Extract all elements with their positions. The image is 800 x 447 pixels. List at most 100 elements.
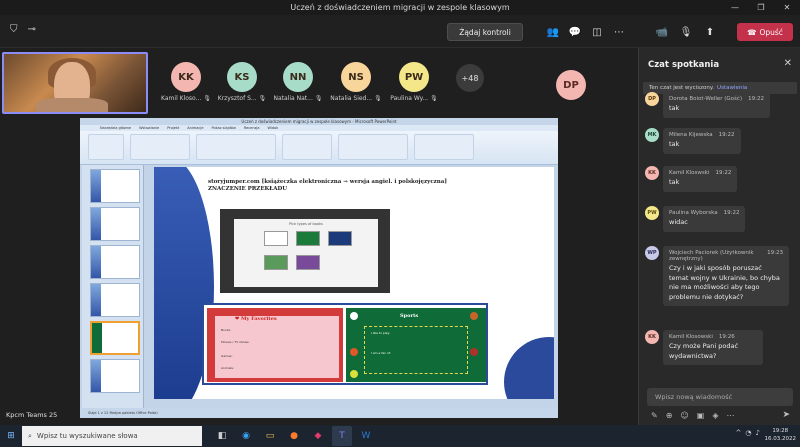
chat-panel: Czat spotkania ✕ Ten czat jest wyciszony… (638, 48, 800, 425)
slide-wave (504, 337, 554, 399)
more-options-icon[interactable]: ⋯ (726, 411, 734, 420)
volume-icon[interactable]: ♪ (756, 429, 760, 437)
people-icon[interactable]: 👥 (542, 23, 564, 41)
chevron-up-icon[interactable]: ^ (736, 429, 742, 437)
clock[interactable]: 19:28 16.03.2022 (765, 427, 797, 443)
file-explorer-icon[interactable]: ▭ (260, 426, 280, 446)
slide-thumbnail (90, 359, 140, 393)
meeting-actions: 👥 💬 ◫ ⋯ (542, 23, 630, 41)
avatar: NN (283, 62, 313, 92)
emoji-icon[interactable]: ☺ (680, 411, 688, 420)
minimize-button[interactable]: — (722, 0, 748, 15)
shield-icon[interactable]: ⛉ (10, 24, 18, 35)
maximize-button[interactable]: ❐ (748, 0, 774, 15)
ribbon-group (196, 134, 276, 160)
message-bubble: Paulina Wyborska 19:22 widac (663, 206, 746, 232)
participant-name: Natalia Nat... 🎙 (273, 95, 323, 102)
meeting-toolbar: ⛉ ⊸ Żądaj kontroli 👥 💬 ◫ ⋯ 📹 🎙 ⬆ ☎ Opuść (0, 15, 800, 48)
book-tile (296, 255, 320, 270)
network-icon[interactable]: ◔ (745, 429, 751, 437)
task-view-icon[interactable]: ◧ (212, 426, 232, 446)
sports-card: Sports I like to play: I am a fan of: (346, 308, 486, 382)
participant-name: Natalia Sied... 🎙 (330, 95, 382, 102)
edge-icon[interactable]: ◉ (236, 426, 256, 446)
ppt-menu-item: Recenzja (243, 126, 260, 130)
app-icon[interactable]: ◆ (308, 426, 328, 446)
presenter-video[interactable] (2, 52, 148, 114)
word-icon[interactable]: W (356, 426, 376, 446)
settings-link[interactable]: Ustawienia (717, 85, 747, 91)
ppt-menu-item: Projekt (167, 126, 180, 130)
firefox-icon[interactable]: ● (284, 426, 304, 446)
embedded-screenshot: Pick types of books (220, 209, 390, 293)
chat-message: KK Kamil Kloswski 19:22 tak (645, 166, 738, 192)
spotlight-avatar[interactable]: DP (556, 70, 586, 100)
search-icon: ⌕ (28, 431, 32, 440)
teams-window: Uczeń z doświadczeniem migracji w zespol… (0, 0, 800, 447)
book-tile (296, 231, 320, 246)
favorites-title: ❤ My Favorites (235, 316, 277, 322)
window-controls: — ❐ ✕ (722, 0, 800, 15)
message-input[interactable]: Wpisz nową wiadomość (647, 388, 793, 406)
message-bubble: Dorota Boiot-Weller (Gość) 19:22 tak (663, 92, 770, 118)
chat-message: PW Paulina Wyborska 19:22 widac (645, 206, 746, 232)
attach-icon[interactable]: ⊕ (666, 411, 673, 420)
leave-label: Opuść (759, 27, 783, 37)
participant-tile[interactable]: KK Kamil Kloso... 🎙 (158, 62, 214, 102)
chat-message: DP Dorota Boiot-Weller (Gość) 19:22 tak (645, 92, 770, 118)
taskbar-search[interactable]: ⌕ Wpisz tu wyszukiwane słowa (22, 426, 202, 446)
taskbar-apps: ◧ ◉ ▭ ● ◆ T W (212, 426, 376, 446)
slide-thumbnail-selected (90, 321, 140, 355)
close-window-button[interactable]: ✕ (774, 0, 800, 15)
slide-thumbnail (90, 207, 140, 241)
video-shirt (36, 98, 108, 112)
chat-icon[interactable]: 💬 (564, 23, 586, 41)
book-tile (264, 255, 288, 270)
mic-off-icon[interactable]: 🎙 (676, 23, 696, 41)
gif-icon[interactable]: ▣ (697, 411, 705, 420)
avatar: PW (399, 62, 429, 92)
ribbon-group (414, 134, 474, 160)
more-actions-icon[interactable]: ⋯ (608, 23, 630, 41)
format-icon[interactable]: ✎ (651, 411, 658, 420)
leave-button[interactable]: ☎ Opuść (737, 23, 793, 41)
rooms-icon[interactable]: ◫ (586, 23, 608, 41)
slide-thumbnail (90, 169, 140, 203)
ppt-title: Uczeń z doświadczeniem migracji w zespol… (80, 118, 558, 125)
message-bubble: Kamil Kloswski 19:22 tak (663, 166, 738, 192)
more-participants-button[interactable]: +48 (456, 64, 484, 92)
ppt-body: storyjumper.com [książeczka elektroniczn… (80, 165, 558, 408)
camera-icon[interactable]: 📹 (652, 23, 672, 41)
participant-name: Paulina Wy... 🎙 (390, 95, 438, 102)
avatar: DP (645, 92, 659, 106)
mic-off-icon: 🎙 (258, 95, 267, 102)
book-tile (328, 231, 352, 246)
participant-tile[interactable]: KS Krzysztof S... 🎙 (214, 62, 270, 102)
close-icon[interactable]: ✕ (784, 58, 792, 69)
current-slide: storyjumper.com [książeczka elektroniczn… (154, 167, 554, 399)
ribbon-group (130, 134, 190, 160)
ball-icon (350, 370, 358, 378)
avatar: KS (227, 62, 257, 92)
ribbon-group (88, 134, 124, 160)
ppt-status-bar: Slajd 1 z 12 Motyw pakietu Office Polski (80, 408, 558, 418)
share-screen-icon[interactable]: ⬆ (700, 23, 720, 41)
link-icon[interactable]: ⊸ (28, 24, 36, 35)
book-tile (264, 231, 288, 246)
ribbon-group (338, 134, 408, 160)
slide-text: storyjumper.com [książeczka elektroniczn… (208, 179, 447, 192)
send-icon[interactable]: ➤ (782, 410, 790, 420)
mic-off-icon: 🎙 (430, 95, 438, 102)
participant-tile[interactable]: PW Paulina Wy... 🎙 (386, 62, 442, 102)
participant-name: Krzysztof S... 🎙 (217, 95, 267, 102)
ppt-menu-item: Pokaz slajdów (211, 126, 236, 130)
participant-tile[interactable]: NN Natalia Nat... 🎙 (270, 62, 326, 102)
toolbar-left: ⛉ ⊸ (10, 24, 36, 35)
slide-cards: ❤ My Favorites Books: Movies / TV shows:… (202, 303, 488, 385)
take-control-button[interactable]: Żądaj kontroli (447, 23, 523, 41)
participant-tile[interactable]: NS Natalia Sied... 🎙 (328, 62, 384, 102)
windows-start-icon[interactable]: ⊞ (0, 425, 22, 447)
sticker-icon[interactable]: ◈ (712, 411, 718, 420)
teams-icon[interactable]: T (332, 426, 352, 446)
ppt-menu-item: Widok (267, 126, 279, 130)
